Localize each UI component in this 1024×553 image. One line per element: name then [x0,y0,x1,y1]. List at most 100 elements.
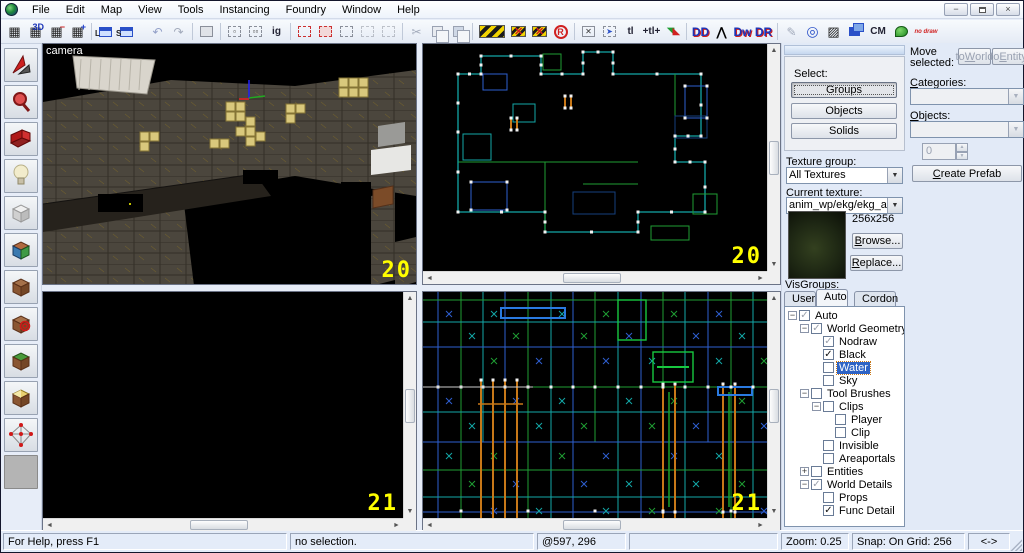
visgroup-checkbox[interactable]: ✓ [823,505,834,516]
scrollbar-thumb[interactable] [769,389,779,423]
visgroup-checkbox[interactable]: ✓ [811,323,822,334]
visgroup-checkbox[interactable] [823,440,834,451]
visgroup-checkbox[interactable] [823,375,834,386]
collapse-icon[interactable]: − [800,324,809,333]
horizontal-scrollbar[interactable]: ◄ ► [423,518,767,531]
visgroup-checkbox[interactable]: ✓ [799,310,810,321]
select-touching-button[interactable]: ✕ [578,21,599,42]
create-prefab-button[interactable]: Create Prefab [912,165,1022,182]
scrollbar-thumb[interactable] [189,520,248,530]
tree-row-player[interactable]: Player [785,413,904,426]
tree-row-clip[interactable]: Clip [785,426,904,439]
cascade-windows-button[interactable] [844,21,865,42]
entity-tool-button[interactable] [4,159,38,193]
measure-tool-button[interactable]: ⋀ [711,21,732,42]
visgroup-label[interactable]: Player [849,414,884,426]
viewport-2d-side[interactable]: 21 ◄ ► ▲ ▼ [422,291,781,532]
scrollbar-track[interactable] [768,57,780,258]
chevron-down-icon[interactable]: ▼ [887,198,902,213]
tree-row-sky[interactable]: Sky [785,374,904,387]
close-button[interactable]: × [996,3,1020,16]
copy-button[interactable] [427,21,449,43]
horizontal-scrollbar[interactable]: ◄ ► [423,271,767,284]
visgroup-label[interactable]: Black [837,349,868,361]
hide-unselected-button[interactable] [315,21,336,42]
visgroup-checkbox[interactable] [835,427,846,438]
tree-row-auto[interactable]: − ✓ Auto [785,309,904,322]
texture-lock-button[interactable]: tl [620,21,641,42]
scroll-right-icon[interactable]: ► [754,522,767,529]
scroll-up-icon[interactable]: ▲ [407,292,414,305]
tree-row-world-details[interactable]: − ✓ World Details [785,478,904,491]
scrollbar-thumb[interactable] [563,520,622,530]
toggle-3d-grid-button[interactable]: ▦ 3D [25,21,46,42]
select-groups-button[interactable]: Groups [791,82,897,98]
scrollbar-track[interactable] [768,305,780,505]
menu-item-view[interactable]: View [130,3,170,18]
viewport-2d-front[interactable]: 21 ◄ ► ▲ ▼ [42,291,417,532]
tab-cordon[interactable]: Cordon [854,291,898,306]
visgroup-checkbox[interactable]: ✓ [823,349,834,360]
scroll-right-icon[interactable]: ► [754,275,767,282]
blank-tool-button[interactable] [4,455,38,489]
select-solids-button[interactable]: Solids [791,123,897,139]
auto-selection-button[interactable]: ➤ [599,21,620,42]
no-draw-button[interactable]: no draw [912,21,940,42]
tree-row-invisible[interactable]: Invisible [785,439,904,452]
visgroup-label[interactable]: Invisible [837,440,881,452]
visgroup-checkbox[interactable] [823,453,834,464]
restore-button[interactable] [970,3,994,16]
tree-row-clips[interactable]: − Clips [785,400,904,413]
menu-item-tools[interactable]: Tools [170,3,212,18]
display-dotted-button[interactable]: DD [690,21,711,42]
toggle-grid-button[interactable]: ▦ [4,21,25,42]
color-mode-button[interactable]: CM [865,21,891,42]
overlay-tool-button[interactable] [4,344,38,378]
chevron-down-icon[interactable]: ▼ [1008,89,1023,104]
tree-row-nodraw[interactable]: ✓ Nodraw [785,335,904,348]
viewport-3d-camera[interactable]: camera 20 [42,43,417,285]
visgroup-label[interactable]: Clip [849,427,872,439]
radius-culling-button[interactable]: R [550,21,571,42]
dock-grip[interactable] [784,45,905,55]
tree-row-black[interactable]: ✓ Black [785,348,904,361]
scrollbar-track[interactable] [436,272,754,284]
visgroup-checkbox[interactable] [835,414,846,425]
categories-combo[interactable]: ▼ [910,88,1024,105]
magnify-tool-button[interactable] [4,85,38,119]
tab-user[interactable]: User [784,291,816,306]
texture-scale-lock-button[interactable]: +tl+ [641,21,662,42]
visgroup-label[interactable]: Tool Brushes [825,388,893,400]
scroll-left-icon[interactable]: ◄ [423,275,436,282]
tree-row-world-geometry[interactable]: − ✓ World Geometry [785,322,904,335]
visgroup-label[interactable]: Entities [825,466,865,478]
block-tool-button[interactable] [4,196,38,230]
selection-tool-button[interactable] [4,48,38,82]
tree-row-func-detail[interactable]: ✓ Func Detail [785,504,904,517]
cordon-edit-2-button[interactable] [529,21,550,42]
menu-item-window[interactable]: Window [334,3,389,18]
chevron-down-icon[interactable]: ▼ [1008,122,1023,137]
spin-up-icon[interactable]: ▲ [956,143,968,152]
scrollbar-thumb[interactable] [405,389,415,423]
tree-row-tool-brushes[interactable]: − Tool Brushes [785,387,904,400]
scroll-left-icon[interactable]: ◄ [423,522,436,529]
vertical-scrollbar[interactable]: ▲ ▼ [403,292,416,518]
menu-item-foundry[interactable]: Foundry [278,3,334,18]
texture-application-button[interactable]: ▨ [823,21,844,42]
to-entity-button[interactable]: toEntity [990,48,1024,65]
resize-grip[interactable] [1008,537,1022,551]
redo-button[interactable]: ↷ [168,21,189,42]
scroll-left-icon[interactable]: ◄ [43,522,56,529]
smaller-grid-button[interactable]: ▦ − [46,21,67,42]
visgroup-label[interactable]: Auto [813,310,840,322]
visgroup-checkbox[interactable] [823,401,834,412]
scrollbar-thumb[interactable] [563,273,622,283]
ignore-groups-button[interactable]: ig [266,21,287,42]
tree-row-water[interactable]: Water [785,360,904,375]
visgroup-label[interactable]: Sky [837,375,859,387]
scroll-down-icon[interactable]: ▼ [771,505,778,518]
camera-tool-button[interactable] [4,122,38,156]
carve-button[interactable] [196,21,217,42]
hide-all-button[interactable] [357,21,378,42]
